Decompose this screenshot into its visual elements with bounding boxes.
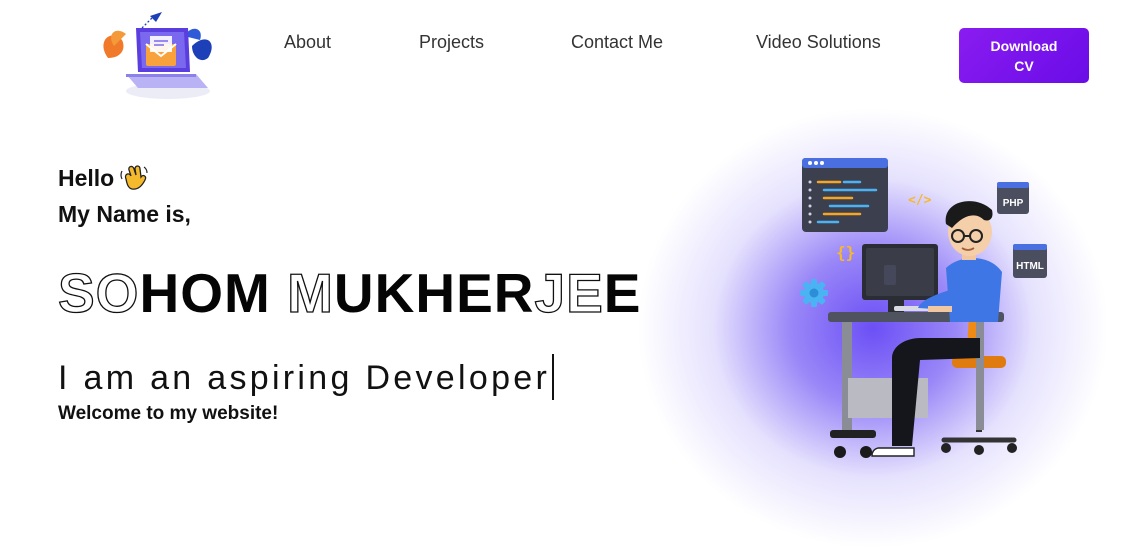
developer-at-desk-illustration: </> {} PHP HTML	[780, 150, 1070, 470]
nav-about[interactable]: About	[284, 32, 331, 53]
name-part: HOM	[139, 262, 271, 324]
svg-text:</>: </>	[908, 193, 932, 208]
svg-text:PHP: PHP	[1003, 198, 1024, 209]
hero-name: SOHOM MUKHERJEE	[57, 260, 642, 326]
nav-contact-me[interactable]: Contact Me	[571, 32, 663, 53]
svg-text:HTML: HTML	[1016, 261, 1044, 272]
name-part: E	[603, 262, 642, 324]
greeting-text: Hello	[58, 165, 115, 191]
nav-video-solutions[interactable]: Video Solutions	[756, 32, 881, 53]
name-part: JE	[534, 261, 604, 324]
download-cv-button[interactable]: Download CV	[959, 28, 1089, 83]
name-part: KHER	[374, 262, 535, 324]
welcome-text: Welcome to my website!	[58, 403, 279, 424]
name-part: SO	[57, 261, 140, 324]
typing-caret	[552, 354, 555, 400]
waving-hand-icon	[120, 165, 148, 191]
svg-text:{}: {}	[836, 243, 855, 262]
site-logo[interactable]	[96, 6, 228, 102]
name-part: U	[333, 262, 375, 324]
nav-projects[interactable]: Projects	[419, 32, 484, 53]
typed-text: I am an aspiring Developer	[58, 359, 551, 397]
name-intro: My Name is,	[58, 201, 191, 227]
greeting-block: Hello My Name is,	[58, 160, 191, 232]
typed-tagline: I am an aspiring Developer	[58, 354, 555, 401]
name-part: M	[286, 261, 334, 324]
